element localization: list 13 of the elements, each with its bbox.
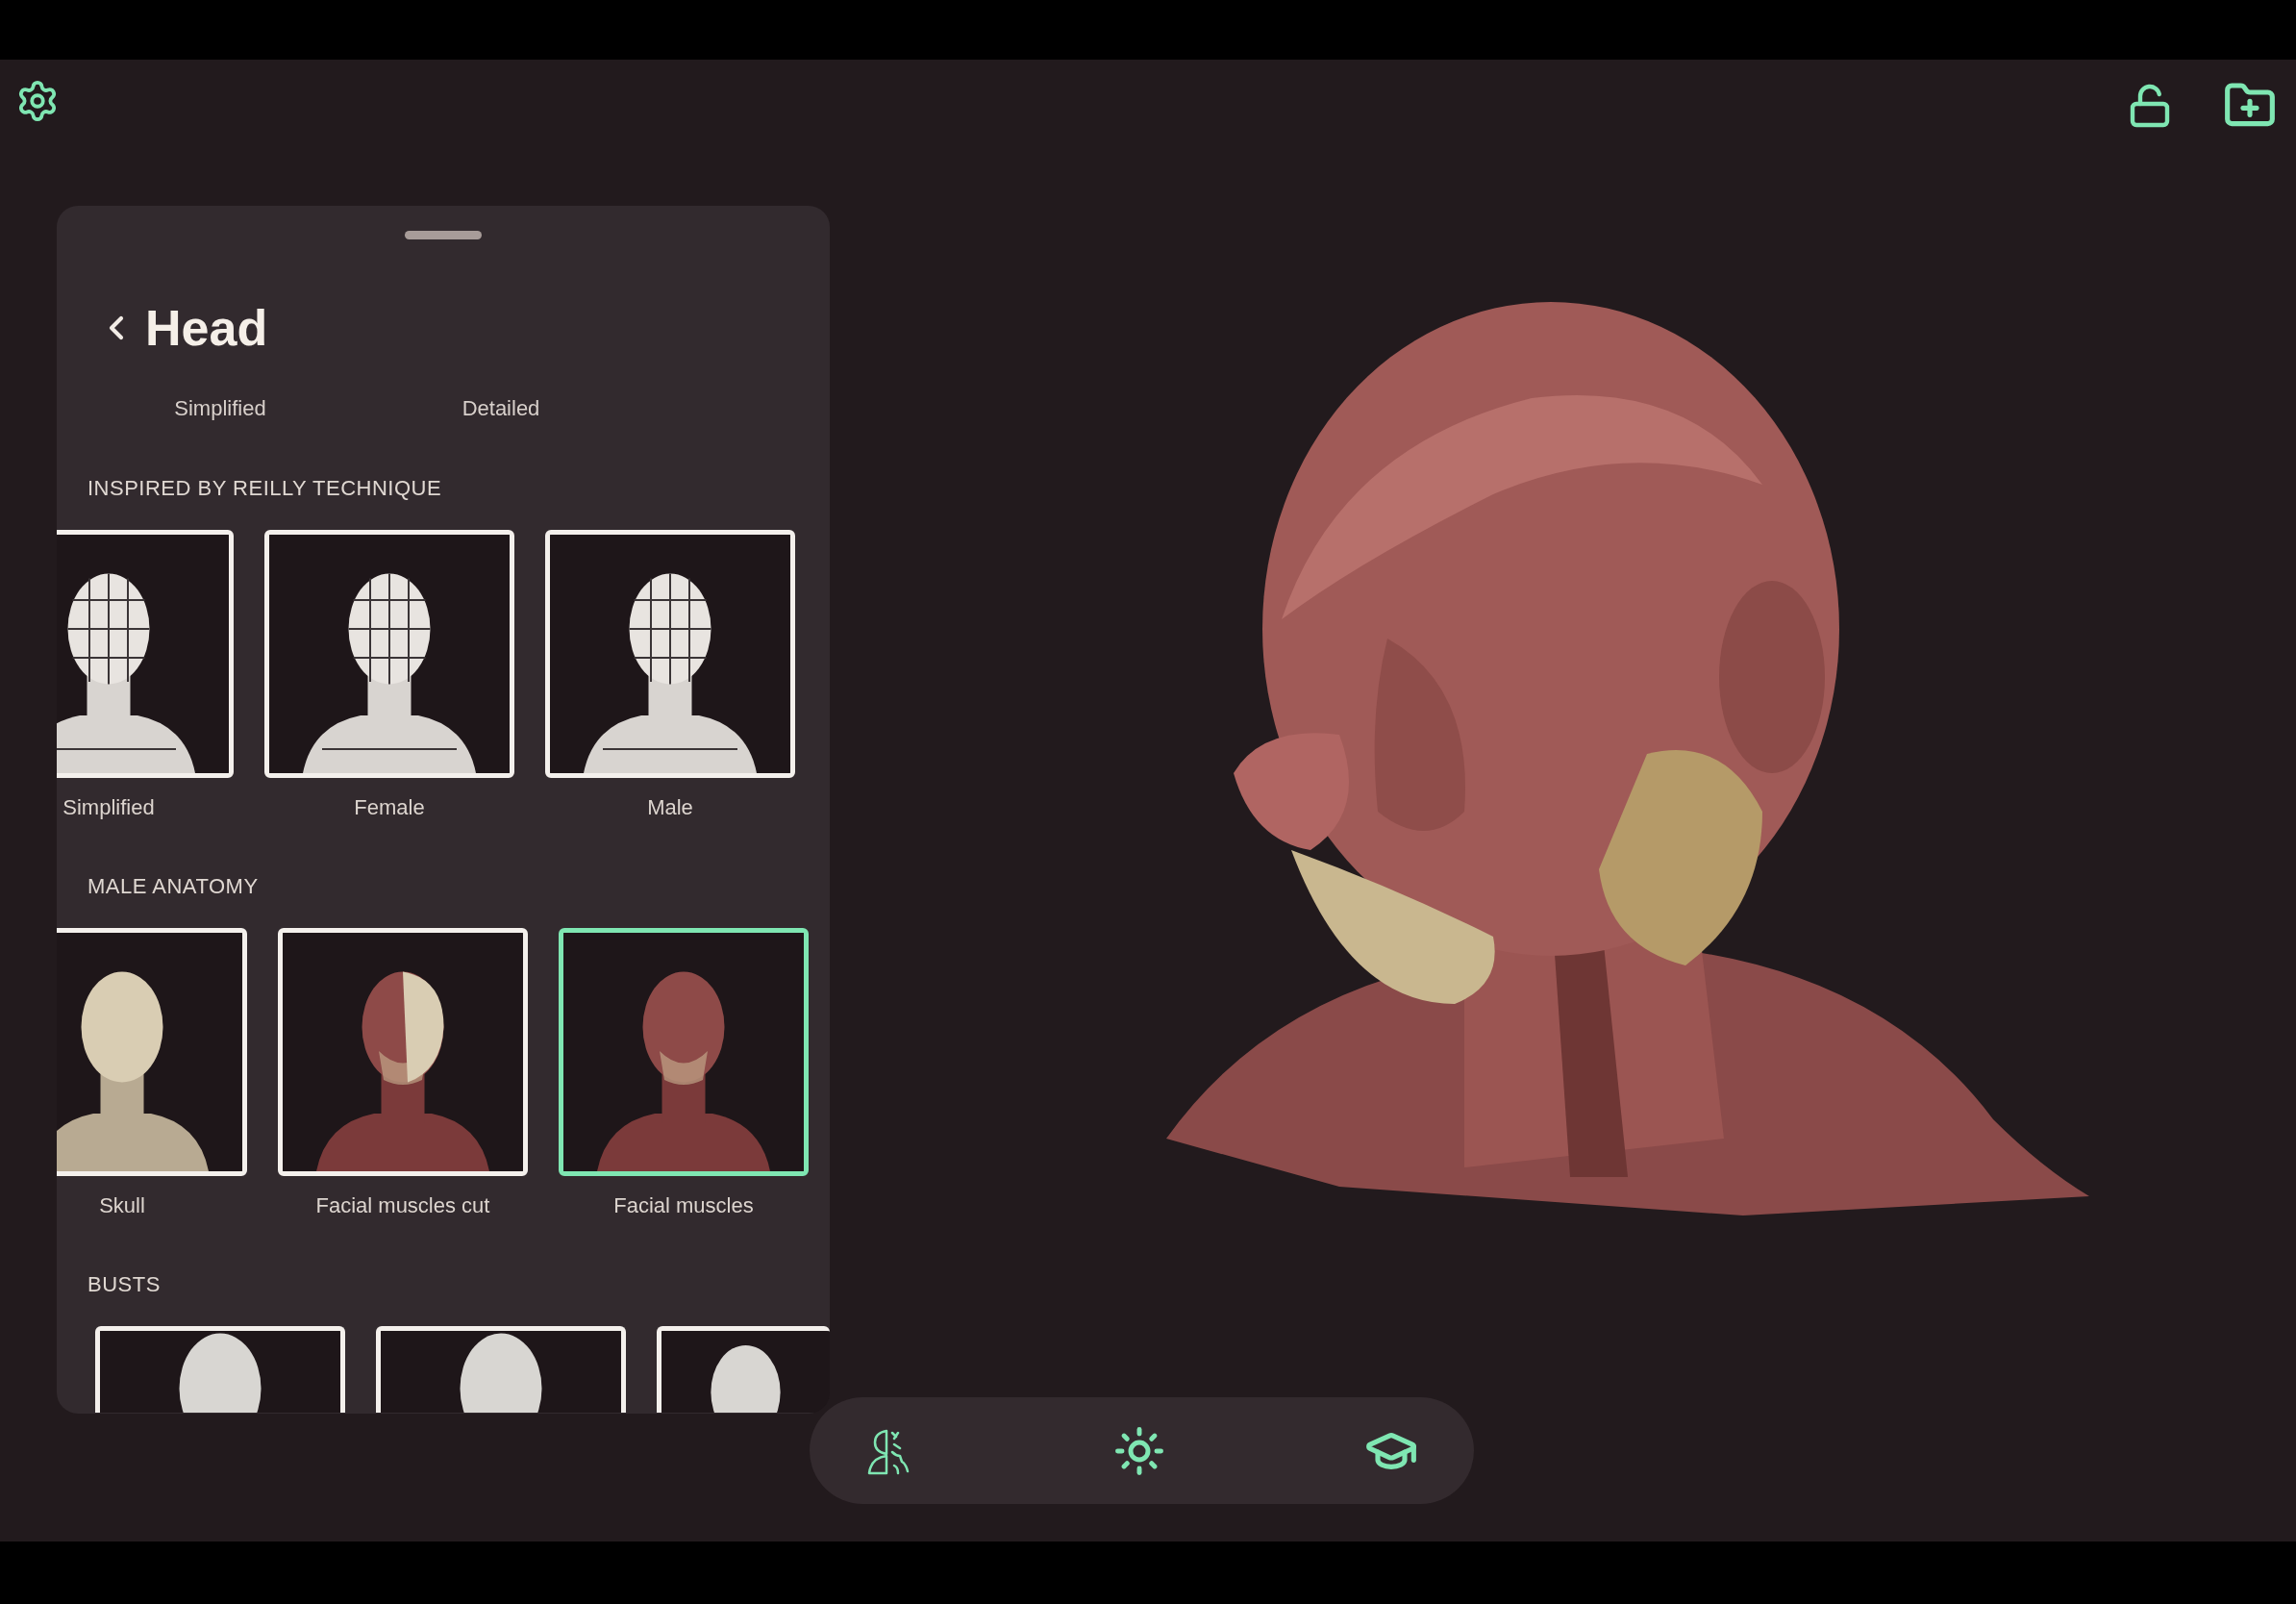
thumbnail-label: Male	[647, 794, 693, 821]
tab[interactable]: Detailed	[361, 395, 641, 422]
section-heading: MALE ANATOMY	[87, 873, 260, 900]
thumbnail-label: Facial muscles	[613, 1192, 754, 1219]
thumbnail-label: Skull	[99, 1192, 145, 1219]
section-heading: BUSTS	[87, 1271, 162, 1298]
thumbnail-label: Facial muscles cut	[315, 1192, 490, 1219]
tab[interactable]: Simplified	[80, 395, 361, 422]
thumbnail-label: Simplified	[62, 794, 155, 821]
drag-handle[interactable]	[405, 231, 482, 239]
panel-title: Head	[145, 299, 268, 358]
thumbnail-label: Female	[354, 794, 425, 821]
section-heading: INSPIRED BY REILLY TECHNIQUE	[87, 475, 443, 502]
